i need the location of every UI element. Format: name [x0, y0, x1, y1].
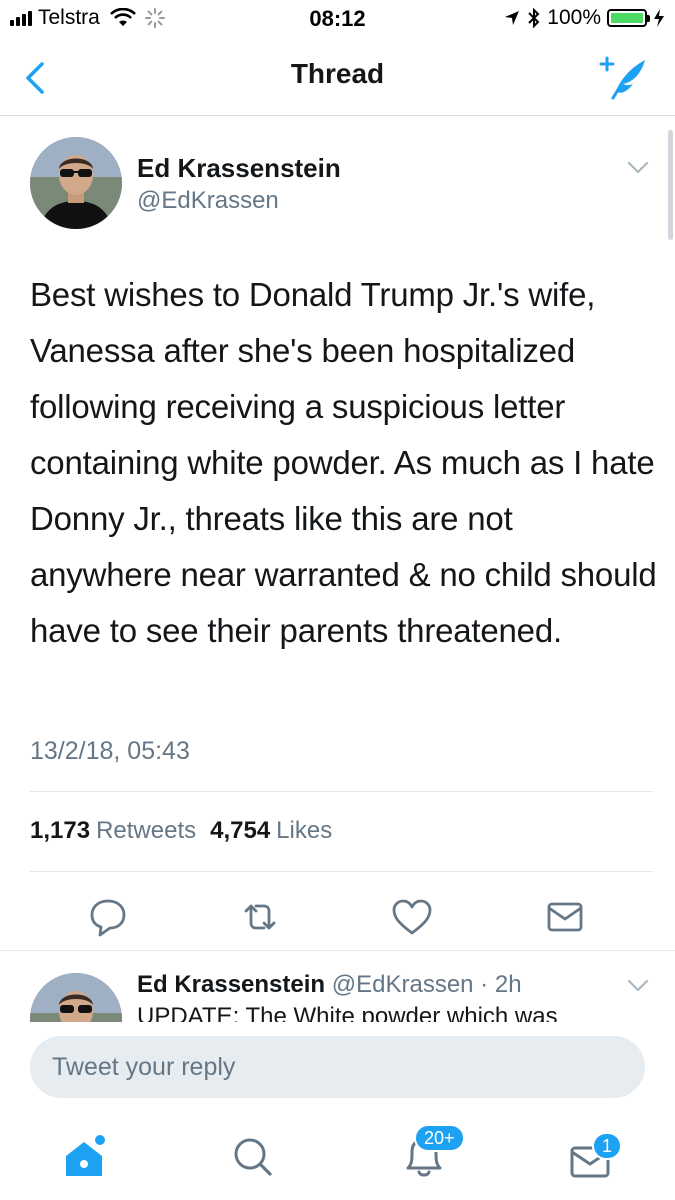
reply-author-name[interactable]: Ed Krassenstein	[137, 971, 325, 998]
chevron-down-icon[interactable]	[627, 161, 649, 175]
tab-bar: 20+ 1	[0, 1114, 675, 1200]
status-bar: Telstra 08:12 100%	[0, 0, 675, 40]
reply-header: Ed Krassenstein @EdKrassen · 2h	[137, 971, 522, 999]
divider	[30, 791, 653, 792]
chevron-down-icon[interactable]	[627, 979, 649, 993]
tweet-actions	[0, 887, 675, 947]
bluetooth-icon	[528, 7, 540, 29]
tweet-text: Best wishes to Donald Trump Jr.'s wife, …	[30, 276, 657, 649]
tweet-timestamp: 13/2/18, 05:43	[30, 737, 190, 765]
battery-level-fill	[611, 13, 643, 23]
scrollbar[interactable]	[668, 130, 673, 240]
notifications-tab[interactable]: 20+	[394, 1124, 465, 1186]
reply-tweet[interactable]: Ed Krassenstein @EdKrassen · 2h UPDATE: …	[0, 950, 675, 1022]
messages-badge: 1	[592, 1132, 622, 1160]
author-name[interactable]: Ed Krassenstein	[137, 153, 341, 184]
reply-icon[interactable]	[86, 895, 130, 939]
signal-strength-icon	[10, 10, 32, 26]
tweet-stats: 1,173 Retweets 4,754 Likes	[30, 817, 340, 845]
avatar-image	[30, 137, 122, 229]
retweets-label[interactable]: Retweets	[96, 817, 196, 845]
page-title: Thread	[290, 58, 385, 89]
status-left: Telstra	[10, 6, 166, 30]
battery-icon	[607, 9, 650, 27]
battery-percentage: 100%	[547, 6, 601, 29]
likes-label[interactable]: Likes	[276, 817, 332, 845]
reply-text: UPDATE: The White powder which was	[137, 1003, 558, 1022]
charging-bolt-icon	[654, 9, 664, 27]
reply-composer	[0, 1022, 675, 1114]
location-arrow-icon	[505, 11, 520, 25]
activity-spinner-icon	[144, 8, 165, 28]
carrier-name: Telstra	[38, 6, 100, 29]
reply-meta: @EdKrassen · 2h	[331, 971, 522, 998]
avatar[interactable]	[30, 973, 122, 1022]
wifi-icon	[109, 8, 136, 26]
like-icon[interactable]	[390, 895, 434, 939]
chevron-left-icon[interactable]	[18, 58, 54, 98]
likes-count[interactable]: 4,754	[210, 817, 270, 845]
author-handle[interactable]: @EdKrassen	[137, 187, 279, 215]
compose-tweet-icon[interactable]	[597, 54, 649, 102]
retweets-count[interactable]: 1,173	[30, 817, 90, 845]
navigation-bar: Thread	[0, 40, 675, 116]
avatar-image	[30, 973, 122, 1022]
retweet-icon[interactable]	[238, 895, 282, 939]
messages-tab[interactable]: 1	[562, 1126, 622, 1186]
divider	[30, 871, 653, 872]
home-icon[interactable]	[56, 1126, 116, 1186]
direct-message-icon[interactable]	[543, 895, 587, 939]
reply-input[interactable]	[30, 1036, 645, 1098]
status-right: 100%	[503, 6, 665, 30]
avatar[interactable]	[30, 137, 122, 229]
notifications-badge: 20+	[414, 1124, 465, 1152]
search-icon[interactable]	[222, 1126, 282, 1186]
